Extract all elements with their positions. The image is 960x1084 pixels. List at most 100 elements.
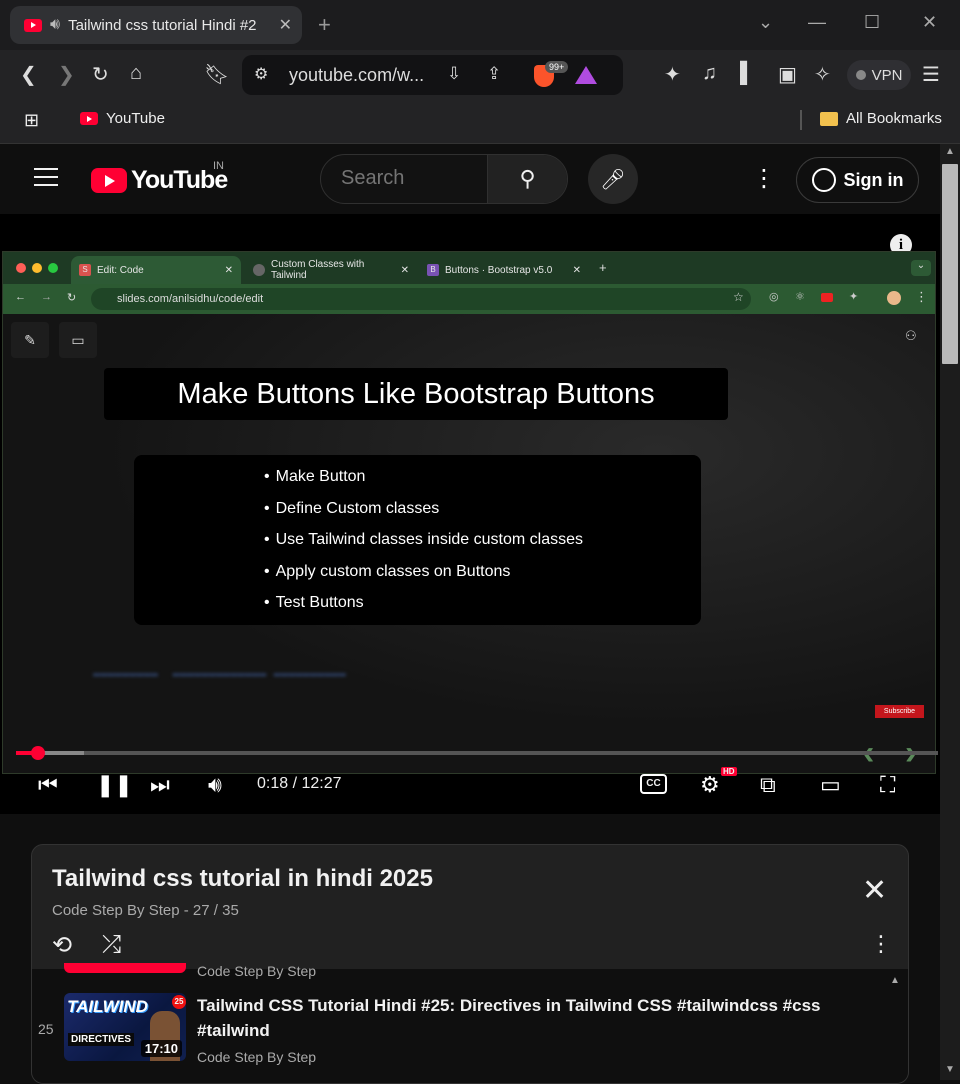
video-player[interactable]: i S Edit: Code ✕ Custom Classes with Tai… <box>0 214 940 814</box>
close-tab-icon[interactable]: ✕ <box>279 15 292 35</box>
browser-tab-strip: 🔊︎ Tailwind css tutorial Hindi #2 ✕ + ⌄ … <box>0 0 960 50</box>
install-app-icon[interactable]: ⇩ <box>447 64 461 84</box>
bookmark-youtube-label: YouTube <box>106 110 165 127</box>
collaborators-icon: ⚇ <box>905 328 917 343</box>
inner-puzzle-icon: ✦ <box>849 291 859 303</box>
previous-item-thumbnail[interactable] <box>64 963 186 973</box>
voice-search-button[interactable]: 🎤︎ <box>588 154 638 204</box>
inner-new-tab-icon: + <box>599 260 607 275</box>
scroll-up-icon[interactable]: ▲ <box>945 146 955 157</box>
vpn-label: VPN <box>871 66 903 84</box>
theater-mode-icon[interactable]: ▭ <box>820 772 841 798</box>
sidebar-icon[interactable]: ▌ <box>740 62 754 85</box>
search-input[interactable] <box>341 167 481 190</box>
inner-back-icon: ← <box>15 291 26 303</box>
all-bookmarks-label: All Bookmarks <box>846 110 942 127</box>
previous-icon[interactable]: ⏮︎ <box>38 772 58 798</box>
subscribe-watermark: Subscribe <box>875 705 924 718</box>
pause-icon[interactable]: ❚❚ <box>96 772 133 798</box>
next-icon[interactable]: ⏭︎ <box>150 772 170 798</box>
inner-profile-avatar <box>887 291 901 305</box>
tab-title: Tailwind css tutorial Hindi #2 <box>68 16 257 34</box>
browser-tab-youtube[interactable]: 🔊︎ Tailwind css tutorial Hindi #2 ✕ <box>10 6 302 44</box>
settings-gear-icon[interactable]: ⚙ <box>700 772 720 798</box>
shields-count-badge: 99+ <box>545 61 569 73</box>
bookmark-youtube[interactable]: YouTube <box>80 110 165 127</box>
leo-ai-icon[interactable]: ✧ <box>814 62 831 87</box>
brave-rewards-icon[interactable] <box>575 66 597 84</box>
time-display: 0:18 / 12:27 <box>257 775 342 792</box>
previous-item-channel: Code Step By Step <box>197 963 317 979</box>
inner-browser-tabs: S Edit: Code ✕ Custom Classes with Tailw… <box>3 252 935 284</box>
vpn-button[interactable]: VPN <box>847 60 911 90</box>
search-button[interactable]: ⚲ <box>487 155 567 203</box>
slides-favicon-icon: S <box>79 264 91 276</box>
miniplayer-icon[interactable]: ⧉ <box>760 772 776 798</box>
site-settings-icon[interactable]: ⚙ <box>254 64 268 84</box>
scroll-down-icon[interactable]: ▼ <box>945 1064 955 1075</box>
shuffle-icon[interactable]: ⤮ <box>102 931 121 959</box>
playlist-more-icon[interactable]: ⋮ <box>870 931 892 957</box>
menu-icon[interactable]: ☰ <box>922 62 940 87</box>
item-title[interactable]: Tailwind CSS Tutorial Hindi #25: Directi… <box>197 993 837 1043</box>
close-playlist-icon[interactable]: ✕ <box>862 873 887 908</box>
thumbnail-subtitle: DIRECTIVES <box>68 1033 135 1046</box>
youtube-logo[interactable]: YouTube <box>91 166 228 195</box>
back-icon[interactable]: ❮ <box>20 62 37 87</box>
loop-playlist-icon[interactable]: ⟲ <box>52 931 72 960</box>
all-bookmarks[interactable]: All Bookmarks <box>820 110 942 127</box>
slide-bullet: Use Tailwind classes inside custom class… <box>264 528 701 560</box>
sign-in-button[interactable]: Sign in <box>796 157 919 203</box>
globe-icon <box>253 264 265 276</box>
minimize-icon[interactable]: — <box>808 12 826 33</box>
youtube-favicon-icon <box>24 18 42 32</box>
bootstrap-favicon-icon: B <box>427 264 439 276</box>
apps-grid-icon[interactable]: ⊞ <box>24 110 39 131</box>
fullscreen-icon[interactable]: ⛶ <box>880 772 895 798</box>
playlist-title[interactable]: Tailwind css tutorial in hindi 2025 <box>52 865 433 893</box>
volume-icon[interactable]: 🔊︎ <box>208 772 222 798</box>
inner-tab-label: Edit: Code <box>97 264 144 276</box>
wallet-icon[interactable]: ▣ <box>778 62 797 87</box>
media-icon[interactable]: ♫ <box>702 62 717 85</box>
maximize-icon[interactable]: ☐ <box>864 12 880 33</box>
guide-menu-icon[interactable] <box>34 168 58 192</box>
progress-bar[interactable] <box>16 746 938 760</box>
thumbnail-number: 25 <box>172 995 186 1009</box>
close-window-icon[interactable]: ✕ <box>922 12 937 33</box>
slide-title: Make Buttons Like Bootstrap Buttons <box>104 368 728 420</box>
settings-kebab-icon[interactable]: ⋮ <box>752 164 776 193</box>
slide-area: ▬▬▬ ▬▬▬▬▬▬ ▬▬▬▬ ▬▬▬▬▬▬▬▬▬ ▬▬▬▬▬▬▬▬▬▬▬▬▬ … <box>3 314 935 773</box>
new-tab-icon[interactable]: + <box>318 12 331 38</box>
browser-toolbar: ❮ ❯ ↻ ⌂ 🔖︎ ⚙ youtube.com/w... ⇩ ⇪ 99+ ✦ … <box>0 50 960 100</box>
search-box: ⚲ <box>320 154 568 204</box>
reload-icon[interactable]: ↻ <box>92 62 109 87</box>
inner-address-bar: ← → ↻ slides.com/anilsidhu/code/edit ☆ ◎… <box>3 284 935 314</box>
present-icon: ▭ <box>59 322 97 358</box>
share-icon[interactable]: ⇪ <box>487 64 501 84</box>
inner-url: slides.com/anilsidhu/code/edit <box>91 288 751 310</box>
audio-playing-icon[interactable]: 🔊︎ <box>50 16 60 34</box>
inner-react-icon: ⚛ <box>795 291 805 303</box>
youtube-favicon-icon <box>80 112 98 125</box>
thumbnail-title: TAILWIND <box>67 997 148 1016</box>
forward-icon[interactable]: ❯ <box>58 62 75 87</box>
inner-forward-icon: → <box>41 291 52 303</box>
inner-tab: Custom Classes with Tailwind ✕ <box>245 256 417 284</box>
bookmark-icon[interactable]: 🔖︎ <box>204 62 229 87</box>
page-scrollbar[interactable]: ▲ ▼ <box>940 144 960 1080</box>
item-thumbnail[interactable]: TAILWIND DIRECTIVES 25 17:10 <box>64 993 186 1061</box>
microphone-icon: 🎤︎ <box>600 168 626 191</box>
inner-close-tab-icon: ✕ <box>400 264 409 276</box>
duration-badge: 17:10 <box>140 1040 182 1057</box>
inner-menu-icon: ⋮ <box>915 289 928 304</box>
tab-search-chevron-icon[interactable]: ⌄ <box>758 12 773 33</box>
extensions-icon[interactable]: ✦ <box>664 62 681 87</box>
address-bar[interactable]: ⚙ youtube.com/w... ⇩ ⇪ 99+ <box>242 55 623 95</box>
subtitles-button[interactable]: CC <box>640 774 667 794</box>
url-text[interactable]: youtube.com/w... <box>289 65 424 86</box>
scrollbar-thumb[interactable] <box>942 164 958 364</box>
search-icon: ⚲ <box>519 166 536 191</box>
list-scroll-up-icon[interactable]: ▲ <box>890 975 900 986</box>
home-icon[interactable]: ⌂ <box>130 62 142 85</box>
